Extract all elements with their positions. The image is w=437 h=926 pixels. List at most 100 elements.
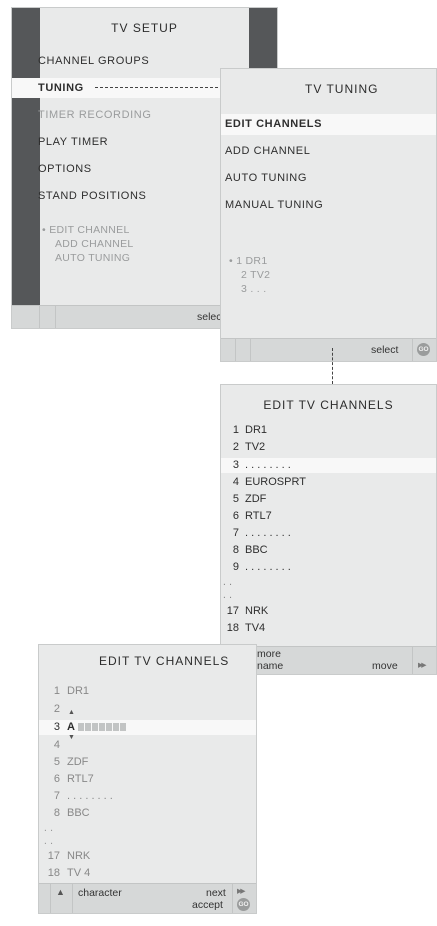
menu-item-auto-tuning[interactable]: AUTO TUNING bbox=[225, 172, 307, 184]
down-arrow-icon[interactable]: ▼ bbox=[68, 734, 256, 741]
channel-name: BBC bbox=[245, 544, 268, 556]
menu-item-stand-positions[interactable]: STAND POSITIONS bbox=[38, 190, 146, 202]
accept-label: accept bbox=[192, 899, 223, 911]
menu-title: EDIT TV CHANNELS bbox=[99, 654, 230, 668]
bar-cell bbox=[236, 339, 251, 361]
menu-item-edit-channels[interactable]: EDIT CHANNELS bbox=[225, 118, 322, 130]
tv-tuning-menu: TV TUNING EDIT CHANNELS ADD CHANNEL AUTO… bbox=[220, 68, 437, 362]
bar-cell bbox=[411, 647, 413, 674]
fast-forward-icon[interactable]: ▸▸ bbox=[237, 885, 245, 897]
channel-name: TV2 bbox=[245, 441, 266, 453]
go-icon[interactable]: GO bbox=[237, 898, 250, 911]
channel-name: NRK bbox=[67, 850, 91, 862]
channel-name: RTL7 bbox=[67, 773, 94, 785]
menu-title: EDIT TV CHANNELS bbox=[263, 398, 394, 412]
edit-channels-menu: EDIT TV CHANNELS 1 DR1 2 TV2 3 . . . . . . … bbox=[220, 384, 437, 675]
channel-number: 9 bbox=[232, 561, 239, 573]
channel-number: 18 bbox=[47, 867, 60, 879]
channel-number: 7 bbox=[53, 790, 60, 802]
bar-cell bbox=[12, 306, 40, 328]
move-label: move bbox=[372, 660, 398, 672]
channel-number: 17 bbox=[47, 850, 60, 862]
channel-number: 17 bbox=[226, 605, 239, 617]
channel-number: 3 bbox=[232, 459, 239, 471]
up-arrow-icon[interactable]: ▲ bbox=[68, 709, 256, 716]
channel-name: EUROSPRT bbox=[245, 476, 306, 488]
preview-channel-3: 3 . . . bbox=[241, 283, 267, 295]
channel-name: DR1 bbox=[67, 685, 90, 697]
channel-name: NRK bbox=[245, 605, 269, 617]
menu-item-play-timer[interactable]: PLAY TIMER bbox=[38, 136, 108, 148]
bar-cell bbox=[40, 306, 56, 328]
channel-number: 4 bbox=[232, 476, 239, 488]
channel-name: RTL7 bbox=[245, 510, 272, 522]
channel-name: BBC bbox=[67, 807, 90, 819]
channel-number: . . bbox=[222, 576, 232, 588]
preview-channel-1: • 1 DR1 bbox=[229, 255, 268, 267]
channel-name: TV 4 bbox=[67, 867, 91, 879]
bar-cell bbox=[231, 884, 233, 913]
channel-number: 1 bbox=[53, 685, 60, 697]
go-icon[interactable]: GO bbox=[417, 343, 430, 356]
channel-number: . . bbox=[43, 835, 53, 847]
channel-number: 1 bbox=[232, 424, 239, 436]
left-sidebar bbox=[12, 8, 40, 328]
select-label: select bbox=[371, 344, 399, 356]
bar-cell bbox=[221, 339, 236, 361]
channel-number: 8 bbox=[232, 544, 239, 556]
empty-character-slot bbox=[99, 723, 105, 731]
channel-number: 4 bbox=[53, 739, 60, 751]
empty-character-slot bbox=[85, 723, 91, 731]
next-label: next bbox=[206, 887, 226, 899]
connector-line bbox=[332, 348, 333, 384]
menu-item-manual-tuning[interactable]: MANUAL TUNING bbox=[225, 199, 323, 211]
channel-name: . . . . . . . . bbox=[245, 561, 291, 573]
channel-number: 8 bbox=[53, 807, 60, 819]
submenu-edit-channel: • EDIT CHANNEL bbox=[42, 224, 130, 236]
channel-number: 6 bbox=[232, 510, 239, 522]
menu-item-tuning[interactable]: TUNING bbox=[38, 82, 84, 94]
menu-item-add-channel[interactable]: ADD CHANNEL bbox=[225, 145, 310, 157]
channel-number: 18 bbox=[226, 622, 239, 634]
channel-number: 7 bbox=[232, 527, 239, 539]
bar-cell bbox=[39, 884, 51, 913]
channel-number: 6 bbox=[53, 773, 60, 785]
fast-forward-icon[interactable]: ▸▸ bbox=[418, 659, 426, 671]
menu-item-channel-groups[interactable]: CHANNEL GROUPS bbox=[38, 55, 149, 67]
channel-name: DR1 bbox=[245, 424, 268, 436]
button-bar: ▲ character next accept ▸▸ GO bbox=[39, 883, 256, 913]
edit-channel-name-menu: EDIT TV CHANNELS 1 DR1 2 ▲ 3A ▼ 4 5 ZDF 6R… bbox=[38, 644, 257, 914]
channel-number: 5 bbox=[53, 756, 60, 768]
channel-number: . . bbox=[222, 589, 232, 601]
channel-name: . . . . . . . . bbox=[67, 790, 113, 802]
channel-name: . . . . . . . . bbox=[245, 527, 291, 539]
channel-name: ZDF bbox=[67, 756, 89, 768]
empty-character-slot bbox=[106, 723, 112, 731]
empty-character-slot bbox=[113, 723, 119, 731]
channel-number: . . bbox=[43, 822, 53, 834]
menu-title: TV SETUP bbox=[111, 21, 178, 35]
empty-character-slot bbox=[78, 723, 84, 731]
empty-character-slot bbox=[120, 723, 126, 731]
channel-number: 5 bbox=[232, 493, 239, 505]
character-label: character bbox=[78, 887, 122, 899]
channel-name-character[interactable]: A bbox=[67, 721, 75, 733]
submenu-add-channel: ADD CHANNEL bbox=[55, 238, 134, 250]
channel-name: . . . . . . . . bbox=[245, 459, 291, 471]
channel-number: 2 bbox=[232, 441, 239, 453]
menu-item-timer-recording[interactable]: TIMER RECORDING bbox=[38, 109, 152, 121]
button-bar: select GO bbox=[221, 338, 436, 361]
name-label: name bbox=[257, 660, 284, 672]
menu-item-options[interactable]: OPTIONS bbox=[38, 163, 92, 175]
channel-name: ZDF bbox=[245, 493, 267, 505]
channel-number: 2 bbox=[53, 703, 60, 715]
bar-cell bbox=[411, 339, 413, 361]
empty-character-slot bbox=[92, 723, 98, 731]
preview-channel-2: 2 TV2 bbox=[241, 269, 271, 281]
channel-name: TV4 bbox=[245, 622, 266, 634]
channel-number: 3 bbox=[53, 721, 60, 733]
more-label: more bbox=[257, 648, 281, 660]
menu-title: TV TUNING bbox=[305, 82, 379, 96]
up-arrow-icon[interactable]: ▲ bbox=[56, 887, 65, 897]
submenu-auto-tuning: AUTO TUNING bbox=[55, 252, 131, 264]
